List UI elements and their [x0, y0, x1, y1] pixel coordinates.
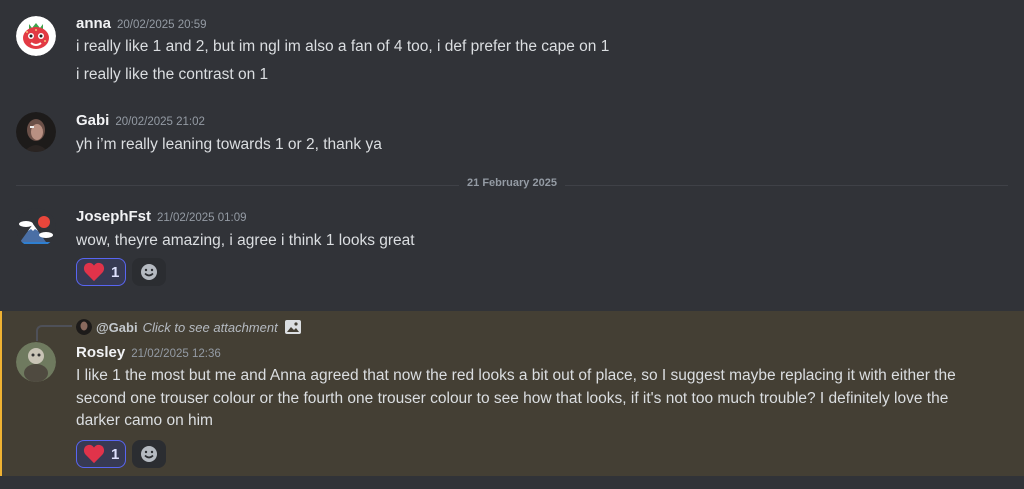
date-divider-label: 21 February 2025	[459, 177, 565, 189]
message-text: i really like 1 and 2, but im ngl im als…	[76, 38, 610, 55]
add-reaction-button[interactable]	[132, 258, 166, 286]
avatar-josephfst[interactable]	[16, 208, 56, 248]
reaction-count: 1	[111, 445, 120, 463]
author-label[interactable]: Gabi	[76, 112, 109, 129]
author-label[interactable]: Rosley	[76, 344, 125, 361]
avatar-gabi[interactable]	[16, 112, 56, 152]
author-label[interactable]: anna	[76, 15, 111, 32]
reply-reference[interactable]: @Gabi Click to see attachment	[76, 318, 302, 336]
timestamp: 21/02/2025 01:09	[157, 212, 247, 224]
reply-mention[interactable]: @Gabi	[96, 320, 138, 335]
heart-reaction[interactable]: 1	[76, 440, 126, 468]
add-reaction-button[interactable]	[132, 440, 166, 468]
mount-fuji-avatar-icon	[16, 208, 56, 248]
portrait-avatar-icon	[16, 342, 56, 382]
date-divider: 21 February 2025	[0, 177, 1024, 189]
message-text: yh i’m really leaning towards 1 or 2, th…	[76, 136, 382, 153]
author-label[interactable]: JosephFst	[76, 208, 151, 225]
heart-reaction[interactable]: 1	[76, 258, 126, 286]
portrait-avatar-icon	[16, 112, 56, 152]
message-text: I like 1 the most but me and Anna agreed…	[76, 367, 956, 429]
strawberry-avatar-icon	[16, 16, 56, 56]
reply-avatar	[76, 319, 92, 335]
reply-spine	[36, 325, 72, 341]
author-name[interactable]: Rosley 21/02/2025 12:36	[76, 344, 221, 361]
smiley-icon	[141, 264, 157, 280]
reaction-count: 1	[111, 263, 120, 281]
heart-icon	[83, 262, 105, 282]
message-text: wow, theyre amazing, i agree i think 1 l…	[76, 232, 415, 249]
avatar-anna[interactable]	[16, 16, 56, 56]
author-name[interactable]: anna 20/02/2025 20:59	[76, 15, 207, 32]
image-icon	[284, 320, 301, 334]
reply-hint[interactable]: Click to see attachment	[143, 320, 278, 335]
author-name[interactable]: Gabi 20/02/2025 21:02	[76, 112, 205, 129]
smiley-icon	[141, 446, 157, 462]
message-text: i really like the contrast on 1	[76, 66, 269, 83]
author-name[interactable]: JosephFst 21/02/2025 01:09	[76, 208, 247, 225]
timestamp: 20/02/2025 21:02	[115, 116, 205, 128]
timestamp: 20/02/2025 20:59	[117, 19, 207, 31]
avatar-rosley[interactable]	[16, 342, 56, 382]
timestamp: 21/02/2025 12:36	[131, 348, 221, 360]
portrait-avatar-icon	[76, 319, 92, 335]
heart-icon	[83, 444, 105, 464]
